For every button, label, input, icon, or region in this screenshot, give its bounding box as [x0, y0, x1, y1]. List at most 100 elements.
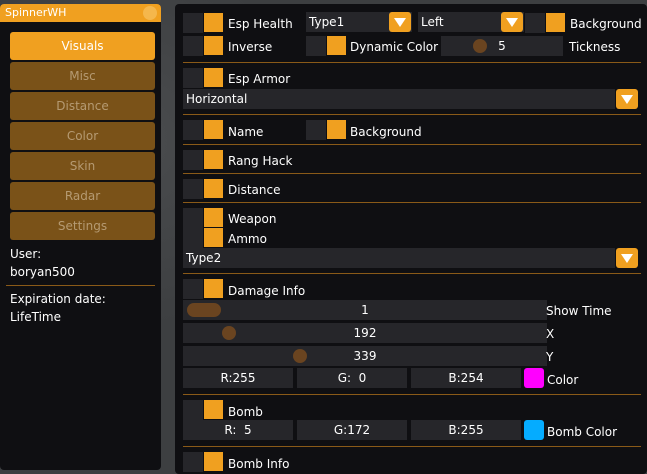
divider — [183, 144, 641, 145]
thickness-value: 5 — [498, 39, 506, 53]
weapon-checkbox-frame[interactable] — [183, 208, 203, 228]
tab-visuals[interactable]: Visuals — [10, 32, 155, 60]
x-label: X — [546, 327, 555, 341]
damage-info-checkbox[interactable] — [204, 279, 223, 298]
damage-color-blue-field[interactable]: B:254 — [411, 368, 521, 388]
dynamic-color-checkbox[interactable] — [327, 36, 346, 55]
name-background-checkbox[interactable] — [327, 120, 346, 139]
tab-color[interactable]: Color — [10, 122, 155, 150]
armor-orientation-combo[interactable]: Horizontal — [183, 89, 615, 109]
show-time-value: 1 — [361, 303, 369, 317]
dynamic-color-checkbox-frame[interactable] — [306, 36, 326, 56]
divider — [183, 273, 641, 274]
bomb-color-swatch[interactable] — [524, 420, 544, 440]
show-time-label: Show Time — [546, 304, 612, 318]
chevron-down-icon[interactable] — [616, 89, 638, 109]
divider — [183, 173, 641, 174]
visuals-panel: Esp Health Type1 Left Background Inverse… — [175, 4, 647, 474]
distance-label: Distance — [228, 183, 281, 197]
weapon-type-combo[interactable]: Type2 — [183, 248, 615, 268]
slider-knob[interactable] — [473, 39, 487, 53]
bomb-color-blue-field[interactable]: B:255 — [411, 420, 521, 440]
dynamic-color-label: Dynamic Color — [350, 40, 439, 54]
inverse-checkbox-frame[interactable] — [183, 36, 203, 56]
tab-settings[interactable]: Settings — [10, 212, 155, 240]
y-value: 339 — [353, 349, 377, 363]
tab-skin[interactable]: Skin — [10, 152, 155, 180]
x-value: 192 — [353, 326, 377, 340]
rang-hack-checkbox[interactable] — [204, 150, 223, 169]
slider-knob[interactable] — [222, 326, 236, 340]
sidebar-menu: Visuals Misc Distance Color Skin Radar S… — [0, 22, 161, 240]
damage-info-checkbox-frame[interactable] — [183, 279, 203, 299]
rang-hack-checkbox-frame[interactable] — [183, 150, 203, 170]
bomb-checkbox[interactable] — [204, 400, 223, 419]
user-label: User: — [10, 247, 42, 261]
ammo-checkbox-frame[interactable] — [183, 228, 203, 248]
distance-checkbox[interactable] — [204, 179, 223, 198]
expiration-label: Expiration date: — [10, 292, 106, 306]
ammo-label: Ammo — [228, 232, 267, 246]
window-title-bar[interactable]: SpinnerWH — [0, 4, 161, 22]
name-checkbox-frame[interactable] — [183, 120, 203, 140]
damage-color-red-field[interactable]: R:255 — [183, 368, 293, 388]
esp-armor-label: Esp Armor — [228, 72, 291, 86]
sidebar-window: SpinnerWH Visuals Misc Distance Color Sk… — [0, 4, 161, 470]
health-background-checkbox[interactable] — [546, 13, 565, 32]
chevron-down-icon[interactable] — [501, 12, 523, 32]
divider — [183, 394, 641, 395]
tab-radar[interactable]: Radar — [10, 182, 155, 210]
damage-color-swatch[interactable] — [524, 368, 544, 388]
esp-armor-checkbox-frame[interactable] — [183, 68, 203, 88]
y-label: Y — [546, 350, 554, 364]
name-background-label: Background — [350, 125, 422, 139]
divider — [183, 446, 641, 447]
thickness-slider[interactable]: 5 — [441, 36, 563, 56]
ammo-checkbox[interactable] — [204, 228, 223, 247]
esp-health-checkbox-frame[interactable] — [183, 13, 203, 33]
divider — [183, 114, 641, 115]
name-background-checkbox-frame[interactable] — [306, 120, 326, 140]
bomb-color-green-field[interactable]: G:172 — [297, 420, 407, 440]
x-slider[interactable]: 192 — [183, 323, 547, 343]
rang-hack-label: Rang Hack — [228, 154, 293, 168]
inverse-checkbox[interactable] — [204, 36, 223, 55]
slider-knob[interactable] — [187, 303, 221, 317]
health-background-checkbox-frame[interactable] — [525, 13, 545, 33]
distance-checkbox-frame[interactable] — [183, 179, 203, 199]
bomb-color-red-field[interactable]: R: 5 — [183, 420, 293, 440]
user-value: boryan500 — [10, 265, 75, 279]
damage-color-label: Color — [547, 373, 579, 387]
name-checkbox[interactable] — [204, 120, 223, 139]
thickness-label: Tickness — [569, 40, 621, 54]
y-slider[interactable]: 339 — [183, 346, 547, 366]
window-title: SpinnerWH — [5, 6, 67, 19]
inverse-label: Inverse — [228, 40, 273, 54]
bomb-checkbox-frame[interactable] — [183, 400, 203, 420]
collapse-circle-icon[interactable] — [143, 6, 157, 20]
name-label: Name — [228, 125, 264, 139]
divider — [183, 62, 641, 63]
damage-color-green-field[interactable]: G: 0 — [297, 368, 407, 388]
bomb-label: Bomb — [228, 405, 263, 419]
chevron-down-icon[interactable] — [389, 12, 411, 32]
esp-armor-checkbox[interactable] — [204, 68, 223, 87]
expiration-value: LifeTime — [10, 310, 61, 324]
bomb-info-checkbox[interactable] — [204, 452, 223, 471]
bomb-color-label: Bomb Color — [547, 425, 618, 439]
bomb-info-checkbox-frame[interactable] — [183, 452, 203, 472]
esp-health-checkbox[interactable] — [204, 13, 223, 32]
tab-misc[interactable]: Misc — [10, 62, 155, 90]
divider — [6, 285, 155, 286]
tab-distance[interactable]: Distance — [10, 92, 155, 120]
weapon-checkbox[interactable] — [204, 208, 223, 227]
esp-health-label: Esp Health — [228, 17, 293, 31]
damage-info-label: Damage Info — [228, 284, 306, 298]
bomb-info-label: Bomb Info — [228, 457, 290, 471]
divider — [183, 202, 641, 203]
chevron-down-icon[interactable] — [616, 248, 638, 268]
health-background-label: Background — [570, 17, 642, 31]
show-time-slider[interactable]: 1 — [183, 300, 547, 320]
slider-knob[interactable] — [293, 349, 307, 363]
weapon-label: Weapon — [228, 212, 277, 226]
